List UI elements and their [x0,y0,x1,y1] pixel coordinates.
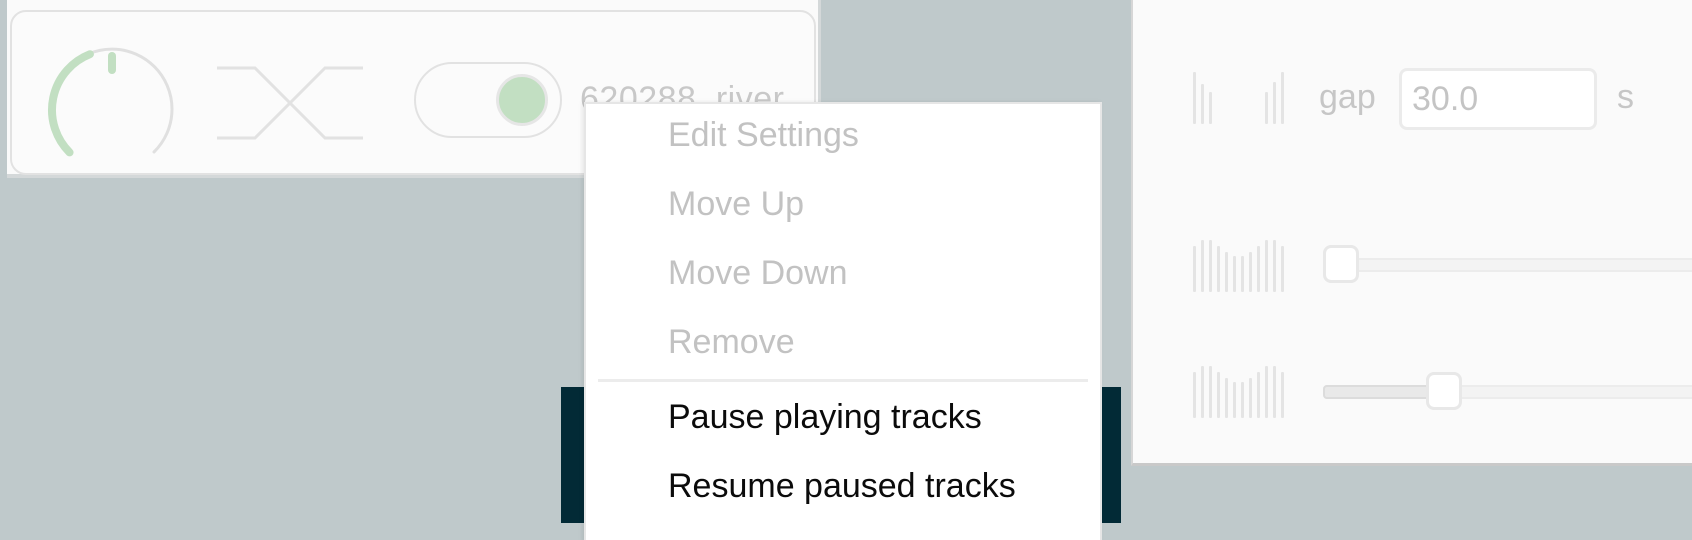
waveform-bar [1201,366,1204,418]
gap-value-field[interactable] [1402,71,1692,127]
track-settings-panel: gap s [1131,0,1692,466]
menu-item-pause-playing-tracks[interactable]: Pause playing tracks [668,398,982,437]
crossfade-icon[interactable] [217,64,363,142]
context-menu: Edit Settings Move Up Move Down Remove P… [584,102,1102,540]
bars-descending-icon[interactable] [1193,72,1212,124]
menu-item-move-up[interactable]: Move Up [668,185,804,224]
waveform-bar [1249,378,1252,418]
menu-separator [598,379,1088,382]
waveform-bar [1257,246,1260,292]
waveform-bar [1273,366,1276,418]
bars-ascending-icon[interactable] [1265,72,1284,124]
waveform-bar [1265,240,1268,292]
fade-slider[interactable] [1323,372,1692,412]
waveform-bar [1249,252,1252,292]
waveform-bar [1193,372,1196,418]
menu-item-resume-paused-tracks[interactable]: Resume paused tracks [668,467,1016,506]
waveform-bars-icon [1193,366,1284,418]
waveform-bar [1241,382,1244,418]
slider-thumb[interactable] [1323,245,1359,283]
waveform-bar [1217,246,1220,292]
waveform-bar [1233,382,1236,418]
menu-item-remove[interactable]: Remove [668,323,795,362]
waveform-bar [1225,378,1228,418]
app-stage: 620288_river gap s [0,0,1692,540]
waveform-bar [1265,366,1268,418]
waveform-bar [1217,372,1220,418]
waveform-bar [1209,366,1212,418]
gap-number-input[interactable] [1399,68,1692,130]
slider-thumb[interactable] [1426,372,1463,410]
waveform-bar [1233,256,1236,292]
menu-item-move-down[interactable]: Move Down [668,254,848,293]
waveform-bar [1225,252,1228,292]
menu-item-edit-settings[interactable]: Edit Settings [668,116,859,155]
waveform-bar [1257,372,1260,418]
slider-track[interactable] [1323,258,1692,272]
volume-knob-icon[interactable] [42,34,182,164]
random-range-slider[interactable] [1323,245,1692,285]
toggle-thumb [496,74,548,126]
track-enable-toggle[interactable] [414,62,562,138]
waveform-bars-icon [1193,240,1284,292]
waveform-bar [1273,240,1276,292]
waveform-bar [1201,240,1204,292]
waveform-bar [1281,372,1284,418]
waveform-bar [1281,246,1284,292]
waveform-bar [1209,240,1212,292]
waveform-bar [1241,256,1244,292]
gap-label: gap [1319,78,1376,116]
gap-unit-label: s [1617,78,1634,116]
waveform-bar [1193,246,1196,292]
